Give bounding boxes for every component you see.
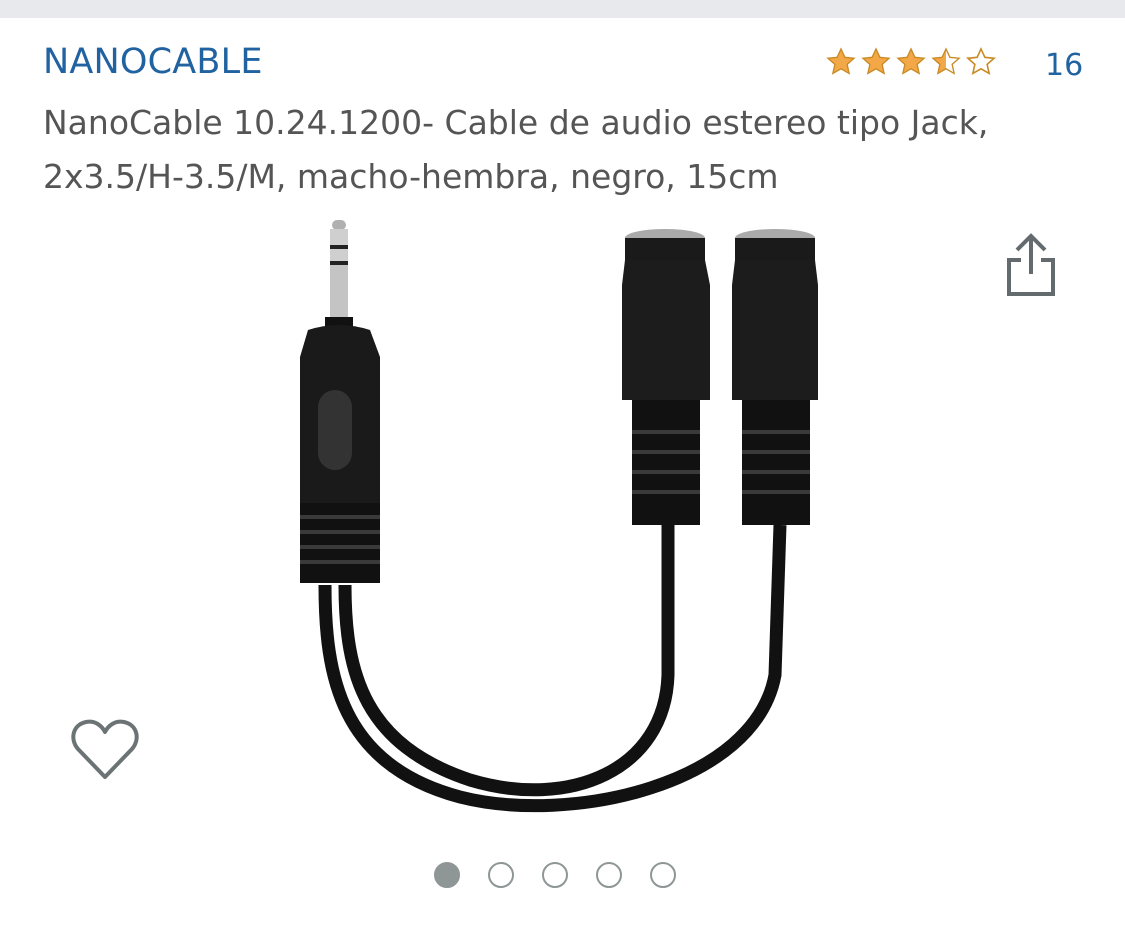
carousel-indicator — [434, 862, 676, 888]
star-rating[interactable] — [824, 46, 998, 78]
carousel-dot[interactable] — [596, 862, 622, 888]
star-full-icon — [896, 47, 926, 75]
share-icon[interactable] — [1003, 232, 1059, 298]
carousel-dot[interactable] — [488, 862, 514, 888]
top-divider — [0, 0, 1125, 18]
heart-icon[interactable] — [70, 715, 140, 785]
rating-count-link[interactable]: 16 — [1045, 48, 1083, 84]
carousel-dot[interactable] — [650, 862, 676, 888]
carousel-dot[interactable] — [542, 862, 568, 888]
product-title: NanoCable 10.24.1200- Cable de audio est… — [43, 103, 989, 196]
star-empty-icon — [966, 47, 996, 76]
carousel-dot[interactable] — [434, 862, 460, 888]
brand-link[interactable]: NANOCABLE — [43, 38, 263, 86]
star-full-icon — [861, 47, 891, 75]
star-full-icon — [826, 47, 856, 75]
product-image[interactable] — [270, 205, 870, 825]
star-half-icon — [931, 47, 961, 75]
